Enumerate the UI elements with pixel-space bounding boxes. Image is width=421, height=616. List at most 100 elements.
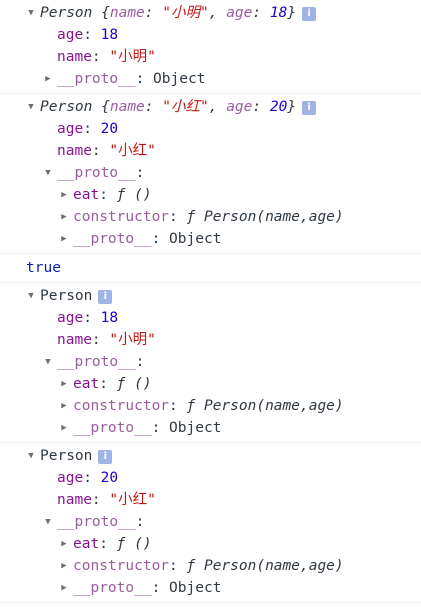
preview-sep: : bbox=[252, 5, 270, 21]
collapsed-arrow-icon[interactable]: ▶ bbox=[59, 555, 69, 577]
collapsed-arrow-icon[interactable]: ▶ bbox=[43, 68, 53, 90]
property-row: age: 20 bbox=[57, 470, 119, 486]
collapsed-arrow-icon[interactable]: ▶ bbox=[59, 533, 69, 555]
property-key: age bbox=[57, 470, 84, 486]
collapsed-arrow-icon[interactable]: ▶ bbox=[59, 417, 69, 439]
expanded-arrow-icon[interactable]: ▼ bbox=[26, 96, 36, 118]
expanded-arrow-icon[interactable]: ▼ bbox=[43, 511, 53, 533]
info-icon[interactable]: i bbox=[98, 450, 113, 464]
expanded-arrow-icon[interactable]: ▼ bbox=[26, 285, 36, 307]
prototype-member-row[interactable]: ▶ constructor: ƒ Person(name,age) bbox=[0, 206, 421, 228]
property-string-value: "小红" bbox=[109, 492, 156, 508]
preview-string-value: "小红" bbox=[162, 99, 209, 115]
brace-open: { bbox=[101, 5, 110, 21]
property-value: Object bbox=[153, 71, 206, 87]
property-row: age: 18 bbox=[57, 27, 119, 43]
expanded-arrow-icon[interactable]: ▼ bbox=[26, 445, 36, 467]
property-row-proto[interactable]: ▶ __proto__: Object bbox=[0, 68, 421, 90]
collapsed-arrow-icon[interactable]: ▶ bbox=[59, 184, 69, 206]
preview-string-value: "小明" bbox=[162, 5, 209, 21]
property-row: name: "小明" bbox=[57, 332, 156, 348]
preview-sep: : bbox=[144, 99, 163, 115]
prototype-member-row[interactable]: ▶ __proto__: Object bbox=[0, 228, 421, 250]
info-icon[interactable]: i bbox=[302, 101, 317, 115]
collapsed-arrow-icon[interactable]: ▶ bbox=[59, 228, 69, 250]
collapsed-arrow-icon[interactable]: ▶ bbox=[59, 395, 69, 417]
function-value: ƒ () bbox=[116, 376, 152, 392]
expanded-arrow-icon[interactable]: ▼ bbox=[43, 351, 53, 373]
object-summary-row[interactable]: ▼ Person i bbox=[0, 285, 421, 307]
object-preview[interactable]: Person i bbox=[40, 448, 113, 464]
property-string-value: "小红" bbox=[109, 143, 156, 159]
property-key: name bbox=[57, 332, 92, 348]
property-string-value: "小明" bbox=[109, 49, 156, 65]
preview-sep: : bbox=[252, 99, 270, 115]
collapsed-arrow-icon[interactable]: ▶ bbox=[59, 206, 69, 228]
property-key: constructor bbox=[73, 209, 170, 225]
property-row-proto[interactable]: ▼ __proto__: bbox=[0, 351, 421, 373]
info-icon[interactable]: i bbox=[302, 7, 317, 21]
object-summary-row[interactable]: ▼ Person {name: "小红", age: 20} i bbox=[0, 96, 421, 118]
property-row: name: "小红" bbox=[57, 143, 156, 159]
object-preview[interactable]: Person i bbox=[40, 288, 113, 304]
property-row-proto[interactable]: ▼ __proto__: bbox=[0, 162, 421, 184]
console-message-person-xiaoming: ▼ Person {name: "小明", age: 18} i age: 18 … bbox=[0, 0, 421, 94]
object-summary-row[interactable]: ▼ Person i bbox=[0, 445, 421, 467]
prototype-member-row[interactable]: ▶ __proto__: Object bbox=[0, 577, 421, 599]
prototype-member-row[interactable]: ▶ eat: ƒ () bbox=[0, 373, 421, 395]
property-row: name: "小明" bbox=[57, 49, 156, 65]
brace-close: } bbox=[287, 99, 297, 115]
info-icon[interactable]: i bbox=[98, 290, 113, 304]
preview-number-value: 20 bbox=[269, 99, 288, 115]
collapsed-arrow-icon[interactable]: ▶ bbox=[59, 577, 69, 599]
preview-comma: , bbox=[208, 99, 227, 115]
property-key: name bbox=[57, 492, 92, 508]
collapsed-arrow-icon[interactable]: ▶ bbox=[59, 373, 69, 395]
property-number-value: 20 bbox=[100, 470, 119, 486]
preview-comma: , bbox=[208, 5, 227, 21]
property-row-proto[interactable]: ▼ __proto__: bbox=[0, 511, 421, 533]
preview-key: age bbox=[226, 5, 253, 21]
preview-key: name bbox=[109, 99, 145, 115]
boolean-value: true bbox=[26, 260, 61, 276]
object-preview[interactable]: Person {name: "小红", age: 20} i bbox=[40, 99, 317, 115]
function-value: ƒ () bbox=[116, 187, 152, 203]
expanded-arrow-icon[interactable]: ▼ bbox=[26, 2, 36, 24]
class-name: Person bbox=[40, 288, 93, 304]
preview-sep: : bbox=[144, 5, 163, 21]
brace-close: } bbox=[287, 5, 297, 21]
console-message-boolean: true bbox=[0, 254, 421, 283]
property-key: __proto__ bbox=[73, 231, 152, 247]
object-preview[interactable]: Person {name: "小明", age: 18} i bbox=[40, 5, 317, 21]
class-name: Person bbox=[40, 5, 93, 21]
property-value: Object bbox=[169, 231, 222, 247]
prototype-member-row[interactable]: ▶ eat: ƒ () bbox=[0, 533, 421, 555]
property-number-value: 18 bbox=[100, 27, 119, 43]
property-key: constructor bbox=[73, 398, 170, 414]
property-key: eat bbox=[73, 376, 100, 392]
preview-key: age bbox=[226, 99, 253, 115]
property-key: eat bbox=[73, 187, 100, 203]
class-name: Person bbox=[40, 99, 93, 115]
preview-key: name bbox=[109, 5, 145, 21]
property-key: __proto__ bbox=[57, 71, 136, 87]
property-row: name: "小红" bbox=[57, 492, 156, 508]
prototype-member-row[interactable]: ▶ __proto__: Object bbox=[0, 417, 421, 439]
prototype-member-row[interactable]: ▶ constructor: ƒ Person(name,age) bbox=[0, 555, 421, 577]
expanded-arrow-icon[interactable]: ▼ bbox=[43, 162, 53, 184]
prototype-member-row[interactable]: ▶ eat: ƒ () bbox=[0, 184, 421, 206]
property-row: age: 20 bbox=[57, 121, 119, 137]
function-value: ƒ Person(name,age) bbox=[186, 558, 344, 574]
object-summary-row[interactable]: ▼ Person {name: "小明", age: 18} i bbox=[0, 2, 421, 24]
property-key: name bbox=[57, 143, 92, 159]
console-message-person-xiaohong-expanded: ▼ Person i age: 20 name: "小红" ▼ __proto__… bbox=[0, 443, 421, 603]
console-message-person-xiaohong: ▼ Person {name: "小红", age: 20} i age: 20 … bbox=[0, 94, 421, 254]
console-message-person-xiaoming-expanded: ▼ Person i age: 18 name: "小明" ▼ __proto__… bbox=[0, 283, 421, 443]
property-key: __proto__ bbox=[57, 354, 136, 370]
property-key: __proto__ bbox=[73, 580, 152, 596]
function-value: ƒ Person(name,age) bbox=[186, 398, 344, 414]
prototype-member-row[interactable]: ▶ constructor: ƒ Person(name,age) bbox=[0, 395, 421, 417]
property-number-value: 18 bbox=[100, 310, 119, 326]
console-output: ▼ Person {name: "小明", age: 18} i age: 18 … bbox=[0, 0, 421, 603]
class-name: Person bbox=[40, 448, 93, 464]
